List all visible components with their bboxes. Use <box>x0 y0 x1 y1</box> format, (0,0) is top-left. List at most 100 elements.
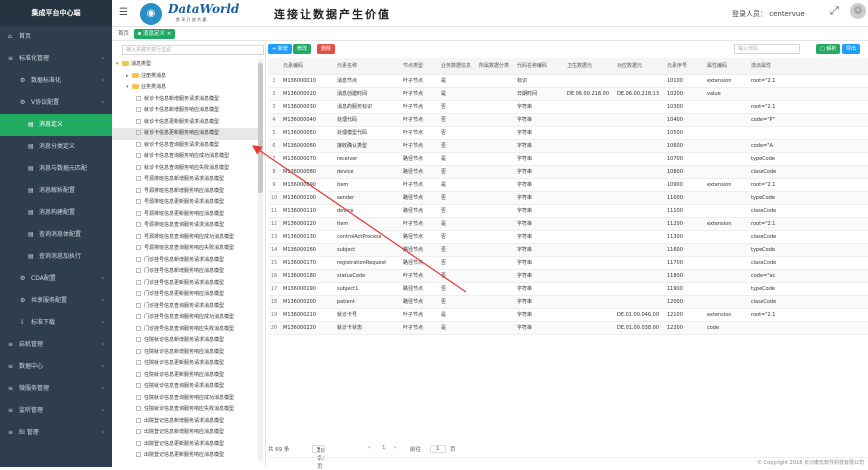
tree-leaf[interactable]: 出院登记信息新增服务响应消息模型 <box>112 427 258 439</box>
sidebar-item[interactable]: ⚙ V协议配置 › <box>0 92 112 114</box>
tree-leaf[interactable]: 号源排班信息查询服务响应失败消息模型 <box>112 243 258 255</box>
table-row[interactable]: 8 M136000080 device 路径节点否 字符串 10800 classCode <box>268 165 868 179</box>
table-row[interactable]: 20 M136000220 就诊卡状态 叶子节点是 字符串 DE.01.00.038.00… <box>268 321 868 335</box>
tree-leaf[interactable]: 就诊卡信息更新服务响应消息模型 <box>112 128 258 140</box>
sidebar-item[interactable]: ▤ 消息构建配置 <box>0 202 112 224</box>
table-row[interactable]: 15 M136000170 registrationRequest 路径节点否 字符串 1… <box>268 256 868 270</box>
table-row[interactable]: 18 M136000200 patient 路径节点否 字符串 12000 classCod… <box>268 295 868 309</box>
table-row[interactable]: 12 M136000120 item 叶子节点是 字符串 11200 extension ro… <box>268 217 868 231</box>
tab-message-definition[interactable]: 消息定义 × <box>134 29 176 39</box>
sidebar-item[interactable]: ▤ 查询消息体配置 <box>0 224 112 246</box>
tree-leaf[interactable]: 门诊挂号信息查询服务响应失败消息模型 <box>112 324 258 336</box>
tree-leaf[interactable]: 就诊卡信息查询服务响应成功消息模型 <box>112 151 258 163</box>
table-row[interactable]: 13 M136000130 controlActProcess 路径节点否 字符串 113… <box>268 230 868 244</box>
sidebar-item[interactable]: ▤ 消息分类定义 <box>0 136 112 158</box>
delete-button[interactable]: 删除 <box>317 44 336 54</box>
column-header[interactable] <box>268 58 280 75</box>
sidebar-item[interactable]: ⚙ CDA配置 › <box>0 268 112 290</box>
sidebar-item[interactable]: ▤ 消息解析配置 <box>0 180 112 202</box>
table-row[interactable]: 4 M136000040 处理代码 叶子节点否 字符串 10400 code="P" <box>268 113 868 127</box>
tree-leaf[interactable]: 就诊卡信息新增服务响应消息模型 <box>112 105 258 117</box>
tree-search-input[interactable]: 输入关键字进行过滤 <box>122 45 264 55</box>
tree-leaf[interactable]: 号源排班信息查询服务请求消息模型 <box>112 220 258 232</box>
tree-leaf[interactable]: 门诊挂号信息新增服务请求消息模型 <box>112 255 258 267</box>
column-header[interactable]: 元素序号 <box>664 58 704 75</box>
column-header[interactable]: 节点类型 <box>400 58 438 75</box>
edit-button[interactable]: 修改 <box>293 44 312 54</box>
sidebar-item[interactable]: ▤ 查询消息加执行 <box>0 246 112 268</box>
column-header[interactable]: 所属数据分类 <box>476 58 514 75</box>
sidebar-item[interactable]: ≡ 数据中心 › <box>0 356 112 378</box>
sidebar-item[interactable]: ≡ 微服务管理 › <box>0 378 112 400</box>
table-row[interactable]: 3 M136000030 消息的服务标识 叶子节点否 字符串 10300 root="2.1 <box>268 100 868 114</box>
page-size-select[interactable]: 20条/页 ▾ <box>312 445 325 470</box>
column-header[interactable]: 元素名称 <box>334 58 400 75</box>
column-header[interactable]: 属性编码 <box>704 58 748 75</box>
table-row[interactable]: 19 M136000210 就诊卡号 叶子节点是 字符串 DE.01.00.046.00 1… <box>268 308 868 322</box>
tree-leaf[interactable]: 出院登记信息新增服务请求消息模型 <box>112 416 258 428</box>
sidebar-item[interactable]: ⌂ 首页 <box>0 26 112 48</box>
tree-leaf[interactable]: 号源排班信息更新服务响应消息模型 <box>112 209 258 221</box>
fullscreen-icon[interactable]: ⤢ <box>830 4 839 18</box>
sidebar-item[interactable]: ≡ BI 管理 › <box>0 422 112 444</box>
sidebar-item[interactable]: ⚙ 数据标准化 › <box>0 70 112 92</box>
tree-leaf[interactable]: 就诊卡信息更新服务请求消息模型 <box>112 117 258 129</box>
table-row[interactable]: 7 M136000070 receiver 路径节点是 字符串 10700 typeCode <box>268 152 868 166</box>
sidebar-item[interactable]: ≡ 标准化管理 › <box>0 48 112 70</box>
page-number-current[interactable]: 1 <box>382 445 386 451</box>
tree-leaf[interactable]: 号源排班信息更新服务请求消息模型 <box>112 197 258 209</box>
tree-leaf[interactable]: 就诊卡信息新增服务请求消息模型 <box>112 94 258 106</box>
tree-leaf[interactable]: 门诊挂号信息更新服务响应消息模型 <box>112 289 258 301</box>
column-header[interactable]: 元素编码 <box>280 58 334 75</box>
tree-folder[interactable]: ▸ 注册类消息 <box>112 71 258 83</box>
parse-button[interactable]: □ 解析 <box>816 44 841 54</box>
scrollbar-thumb[interactable] <box>258 63 263 193</box>
tree-leaf[interactable]: 就诊卡信息查询服务请求消息模型 <box>112 140 258 152</box>
sidebar-item[interactable]: ▤ 消息与数据元匹配 <box>0 158 112 180</box>
tree-leaf[interactable]: 门诊挂号信息查询服务响应成功消息模型 <box>112 312 258 324</box>
table-row[interactable]: 10 M136000100 sender 路径节点否 字符串 11000 typeCode <box>268 191 868 205</box>
code-search-input[interactable]: 输入代码 <box>734 44 800 54</box>
sidebar-item[interactable]: ≡ 启机管理 › <box>0 334 112 356</box>
menu-toggle-icon[interactable]: ☰ <box>119 7 128 18</box>
tree-leaf[interactable]: 门诊挂号信息更新服务请求消息模型 <box>112 278 258 290</box>
prev-page-button[interactable]: ‹ <box>368 445 370 451</box>
tree-scrollbar[interactable] <box>258 59 263 461</box>
avatar[interactable]: ☺ <box>850 3 866 19</box>
tree-leaf[interactable]: 住院就诊信息查询服务响应成功消息模型 <box>112 393 258 405</box>
close-icon[interactable]: × <box>167 31 172 37</box>
tree-leaf[interactable]: 住院就诊信息新增服务请求消息模型 <box>112 335 258 347</box>
tree-leaf[interactable]: 就诊卡信息查询服务响应失败消息模型 <box>112 163 258 175</box>
table-row[interactable]: 14 M136000160 subject 路径节点否 字符串 11600 typeCode <box>268 243 868 257</box>
table-row[interactable]: 2 M136000020 消息创建时间 叶子节点是 日期时间 DE.06.00.218.0… <box>268 87 868 101</box>
tree-leaf[interactable]: 住院就诊信息查询服务请求消息模型 <box>112 381 258 393</box>
table-row[interactable]: 17 M136000190 subject1 路径节点否 字符串 11900 typeCod… <box>268 282 868 296</box>
tree-leaf[interactable]: 住院就诊信息查询服务响应失败消息模型 <box>112 404 258 416</box>
table-row[interactable]: 16 M136000180 statusCode 叶子节点否 字符串 11800 code=… <box>268 269 868 283</box>
sidebar-item[interactable]: ⚙ 共享服务配置 › <box>0 290 112 312</box>
tree-leaf[interactable]: 出院登记信息更新服务请求消息模型 <box>112 439 258 451</box>
table-row[interactable]: 11 M136000110 device 路径节点否 字符串 11100 classCode <box>268 204 868 218</box>
goto-page-input[interactable]: 1 <box>430 445 446 453</box>
column-header[interactable]: 业务数据信息 <box>438 58 476 75</box>
tree-leaf[interactable]: 住院就诊信息更新服务请求消息模型 <box>112 358 258 370</box>
tree-leaf[interactable]: 住院就诊信息新增服务响应消息模型 <box>112 347 258 359</box>
tree-leaf[interactable]: 门诊挂号信息查询服务请求消息模型 <box>112 301 258 313</box>
table-row[interactable]: 5 M136000050 处理模型代码 叶子节点否 字符串 10500 <box>268 126 868 140</box>
export-button[interactable]: 导出 <box>842 44 861 54</box>
tree-leaf[interactable]: 号源排班信息查询服务响应成功消息模型 <box>112 232 258 244</box>
table-row[interactable]: 6 M136000060 接收确认类型 叶子节点否 字符串 10600 code="A <box>268 139 868 153</box>
tab-home[interactable]: 首页 <box>114 29 133 39</box>
tree-leaf[interactable]: 号源排班信息新增服务请求消息模型 <box>112 174 258 186</box>
tree-folder[interactable]: ▾ 业务类消息 <box>112 82 258 94</box>
column-header[interactable]: 对应数据元 <box>614 58 664 75</box>
tree-folder[interactable]: ▾ 消息类型 <box>112 59 258 71</box>
column-header[interactable]: 卫生数据元 <box>564 58 614 75</box>
sidebar-item[interactable]: ≡ 监听管理 › <box>0 400 112 422</box>
column-header[interactable]: 流派属性 <box>748 58 868 75</box>
next-page-button[interactable]: › <box>394 445 396 451</box>
tree-leaf[interactable]: 号源排班信息新增服务响应消息模型 <box>112 186 258 198</box>
sidebar-item[interactable]: ⇩ 标准下载 › <box>0 312 112 334</box>
table-row[interactable]: 1 M136000010 消息节点 叶子节点是 标识 10100 extension root… <box>268 74 868 88</box>
table-row[interactable]: 9 M136000090 item 叶子节点是 字符串 10900 extension roo… <box>268 178 868 192</box>
